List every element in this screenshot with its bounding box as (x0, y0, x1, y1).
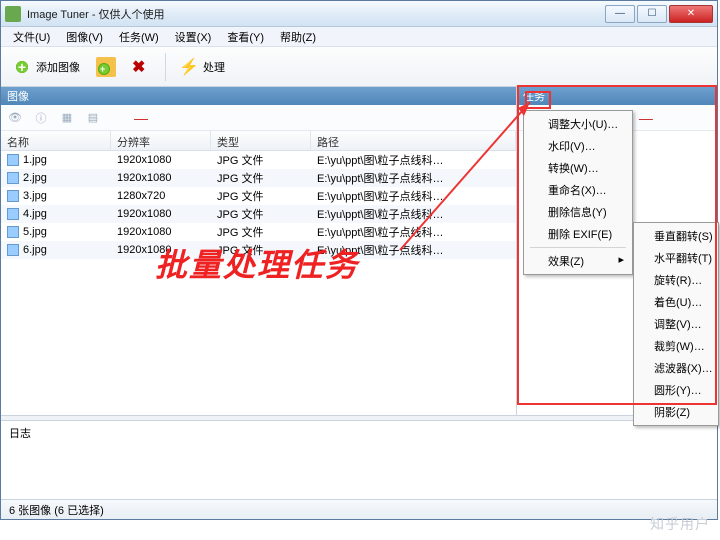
menu-file[interactable]: 文件(U) (5, 27, 58, 47)
table-row[interactable]: 5.jpg1920x1080JPG 文件E:\yu\ppt\图\粒子点线科… (1, 223, 516, 241)
menu-separator (530, 247, 626, 248)
plus-icon (12, 57, 32, 77)
sub-tint[interactable]: 着色(U)… (636, 291, 716, 313)
status-bar: 6 张图像 (6 已选择) (1, 499, 717, 519)
log-area: 日志 (1, 421, 717, 499)
menu-task[interactable]: 任务(W) (111, 27, 167, 47)
table-header: 名称 分辨率 类型 路径 (1, 131, 516, 151)
col-type[interactable]: 类型 (211, 131, 311, 150)
remove-task-icon[interactable]: — (638, 110, 654, 126)
menu-image[interactable]: 图像(V) (58, 27, 111, 47)
menu-settings[interactable]: 设置(X) (167, 27, 220, 47)
menu-delexif[interactable]: 删除 EXIF(E) (526, 223, 630, 245)
table-row[interactable]: 4.jpg1920x1080JPG 文件E:\yu\ppt\图\粒子点线科… (1, 205, 516, 223)
file-icon (7, 190, 19, 202)
folder-plus-icon (96, 57, 116, 77)
table-row[interactable]: 3.jpg1280x720JPG 文件E:\yu\ppt\图\粒子点线科… (1, 187, 516, 205)
sub-shadow[interactable]: 阴影(Z) (636, 401, 716, 423)
remove-row-icon[interactable]: — (133, 110, 149, 126)
toolbar-separator (165, 53, 166, 81)
sub-hflip[interactable]: 水平翻转(T) (636, 247, 716, 269)
table-body: 1.jpg1920x1080JPG 文件E:\yu\ppt\图\粒子点线科…2.… (1, 151, 516, 259)
col-path[interactable]: 路径 (311, 131, 516, 150)
close-button[interactable]: ✕ (669, 5, 713, 23)
menu-bar: 文件(U) 图像(V) 任务(W) 设置(X) 查看(Y) 帮助(Z) (1, 27, 717, 47)
sub-rotate[interactable]: 旋转(R)… (636, 269, 716, 291)
menu-resize[interactable]: 调整大小(U)… (526, 113, 630, 135)
file-icon (7, 226, 19, 238)
image-pane-toolbar: 👁 ⓘ ▦ ▤ — (1, 105, 516, 131)
thumb-icon[interactable]: ▦ (59, 110, 75, 126)
file-icon (7, 208, 19, 220)
sub-circle[interactable]: 圆形(Y)… (636, 379, 716, 401)
list-icon[interactable]: ▤ (85, 110, 101, 126)
bolt-icon: ⚡ (179, 57, 199, 77)
process-label: 处理 (203, 59, 225, 75)
menu-watermark[interactable]: 水印(V)… (526, 135, 630, 157)
add-folder-button[interactable] (89, 53, 123, 81)
image-pane: 图像 👁 ⓘ ▦ ▤ — 名称 分辨率 类型 路径 1.jpg1920x1080… (1, 87, 517, 415)
menu-rename[interactable]: 重命名(X)… (526, 179, 630, 201)
view-icon[interactable]: 👁 (7, 110, 23, 126)
add-image-label: 添加图像 (36, 59, 80, 75)
col-resolution[interactable]: 分辨率 (111, 131, 211, 150)
table-row[interactable]: 6.jpg1920x1080JPG 文件E:\yu\ppt\图\粒子点线科… (1, 241, 516, 259)
info-icon[interactable]: ⓘ (33, 110, 49, 126)
title-bar: Image Tuner - 仅供人个使用 — ☐ ✕ (1, 1, 717, 27)
menu-delinfo[interactable]: 删除信息(Y) (526, 201, 630, 223)
file-icon (7, 172, 19, 184)
task-dropdown-menu: 调整大小(U)… 水印(V)… 转换(W)… 重命名(X)… 删除信息(Y) 删… (523, 110, 633, 275)
menu-effects[interactable]: 效果(Z) (526, 250, 630, 272)
menu-view[interactable]: 查看(Y) (219, 27, 272, 47)
window-title: Image Tuner - 仅供人个使用 (27, 6, 603, 22)
effects-submenu: 垂直翻转(S) 水平翻转(T) 旋转(R)… 着色(U)… 调整(V)… 裁剪(… (633, 222, 719, 426)
sub-vflip[interactable]: 垂直翻转(S) (636, 225, 716, 247)
app-icon (5, 6, 21, 22)
status-text: 6 张图像 (6 已选择) (9, 502, 104, 518)
main-toolbar: 添加图像 ✖ ⚡ 处理 (1, 47, 717, 87)
sub-filter[interactable]: 滤波器(X)… (636, 357, 716, 379)
task-pane-header: 任务 (517, 87, 717, 105)
add-image-button[interactable]: 添加图像 (5, 53, 87, 81)
file-icon (7, 244, 19, 256)
menu-help[interactable]: 帮助(Z) (272, 27, 324, 47)
image-pane-header: 图像 (1, 87, 516, 105)
menu-convert[interactable]: 转换(W)… (526, 157, 630, 179)
watermark: 知乎用户 (650, 514, 710, 534)
sub-crop[interactable]: 裁剪(W)… (636, 335, 716, 357)
col-name[interactable]: 名称 (1, 131, 111, 150)
process-button[interactable]: ⚡ 处理 (172, 53, 232, 81)
sub-adjust[interactable]: 调整(V)… (636, 313, 716, 335)
file-icon (7, 154, 19, 166)
maximize-button[interactable]: ☐ (637, 5, 667, 23)
minimize-button[interactable]: — (605, 5, 635, 23)
log-label: 日志 (9, 428, 31, 440)
table-row[interactable]: 2.jpg1920x1080JPG 文件E:\yu\ppt\图\粒子点线科… (1, 169, 516, 187)
x-icon: ✖ (132, 57, 152, 77)
table-row[interactable]: 1.jpg1920x1080JPG 文件E:\yu\ppt\图\粒子点线科… (1, 151, 516, 169)
remove-button[interactable]: ✖ (125, 53, 159, 81)
